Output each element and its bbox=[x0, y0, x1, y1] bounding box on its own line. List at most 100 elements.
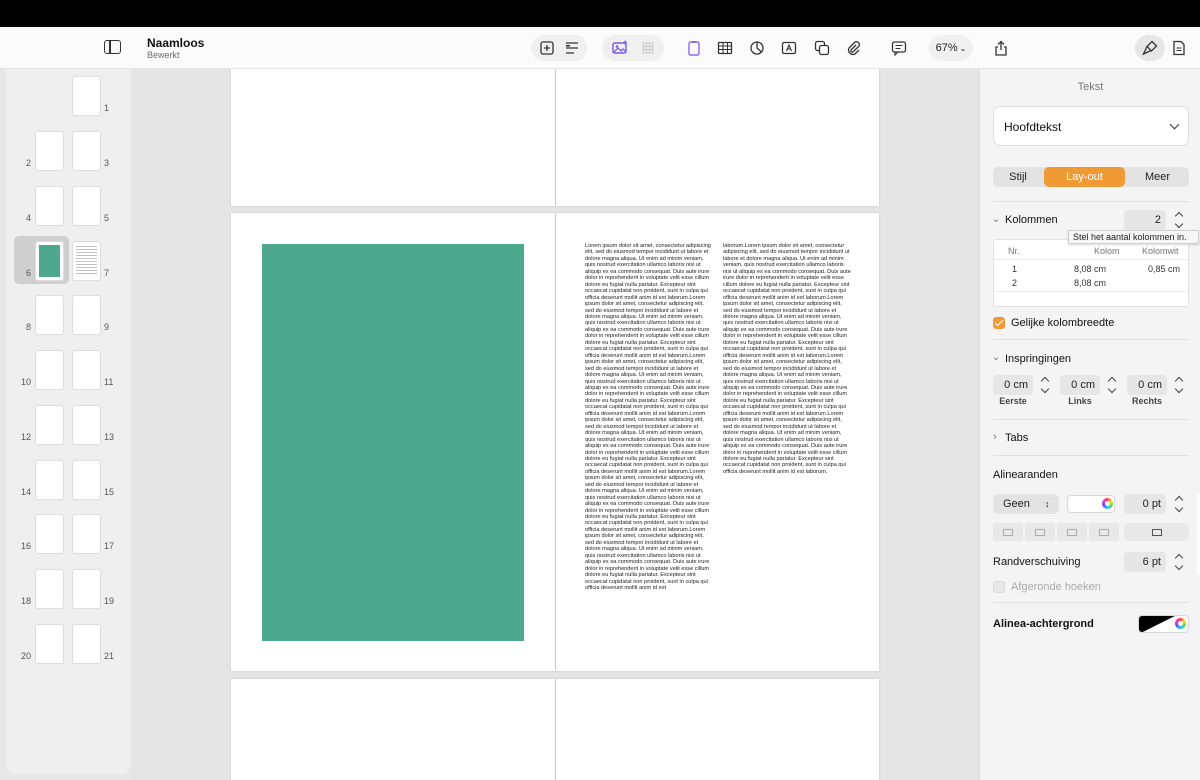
add-page-icon[interactable] bbox=[538, 40, 556, 56]
page-thumbnail-8[interactable] bbox=[36, 296, 63, 334]
indent-left-stepper[interactable] bbox=[1106, 375, 1118, 395]
comment-icon[interactable] bbox=[890, 40, 908, 56]
page-thumbnail-15[interactable] bbox=[73, 461, 100, 499]
paragraph-style-dropdown[interactable]: Hoofdtekst bbox=[993, 106, 1189, 146]
page-number: 6 bbox=[26, 268, 32, 278]
color-wheel-icon[interactable] bbox=[1102, 498, 1113, 509]
document-icon[interactable] bbox=[1170, 40, 1188, 56]
page-thumbnail-17[interactable] bbox=[73, 515, 100, 553]
page-thumbnails-sidebar: 1 2 3 4 5 6 7 8 9 10 11 12 13 14 15 16 1… bbox=[0, 69, 140, 780]
page-number: 14 bbox=[21, 487, 32, 497]
tab-layout[interactable]: Lay-out bbox=[1044, 167, 1125, 187]
page-thumbnail-20[interactable] bbox=[36, 625, 63, 663]
chevron-right-icon[interactable]: › bbox=[993, 431, 997, 443]
paragraph-background-label: Alinea-achtergrond bbox=[993, 618, 1094, 630]
indent-right-label: Rechts bbox=[1131, 396, 1162, 406]
paragraph-background-color-well[interactable] bbox=[1138, 615, 1189, 633]
text-column-2[interactable]: laborum.Lorem ipsum dolor sit amet, cons… bbox=[723, 243, 851, 515]
table-cell[interactable]: 8,08 cm bbox=[1074, 264, 1106, 274]
zoom-menu[interactable]: 67% ⌄ bbox=[929, 35, 973, 61]
column-header-width: Kolom bbox=[1094, 246, 1120, 256]
border-right-button[interactable] bbox=[1089, 523, 1119, 541]
divider bbox=[993, 419, 1189, 420]
page-number: 8 bbox=[26, 322, 32, 332]
page-number: 11 bbox=[104, 377, 114, 387]
page-thumbnail-9[interactable] bbox=[73, 296, 100, 334]
border-width-field[interactable]: 0 pt bbox=[1124, 494, 1166, 514]
table-cell[interactable]: 8,08 cm bbox=[1074, 278, 1106, 288]
page-number: 9 bbox=[104, 322, 110, 332]
page-thumbnail-16[interactable] bbox=[36, 515, 63, 553]
tab-more[interactable]: Meer bbox=[1126, 167, 1189, 187]
chevron-down-icon[interactable]: ⌄ bbox=[992, 214, 1000, 225]
page-thumbnail-11[interactable] bbox=[73, 351, 100, 389]
column-header-nr: Nr. bbox=[1008, 246, 1020, 256]
page-thumbnail-18[interactable] bbox=[36, 570, 63, 608]
border-width-stepper[interactable] bbox=[1173, 494, 1185, 514]
format-inspector: Tekst Hoofdtekst Stijl Lay-out Meer ⌄ Ko… bbox=[979, 69, 1200, 780]
page-number: 1 bbox=[104, 103, 110, 113]
page-thumbnail-10[interactable] bbox=[36, 351, 63, 389]
border-offset-stepper[interactable] bbox=[1173, 552, 1185, 572]
border-style-value: Geen bbox=[1003, 498, 1030, 510]
page-number: 13 bbox=[104, 432, 115, 442]
page-thumbnail-2[interactable] bbox=[36, 132, 63, 170]
border-color-well[interactable] bbox=[1067, 495, 1115, 513]
document-title[interactable]: Naamloos bbox=[147, 36, 204, 50]
format-button[interactable] bbox=[1135, 35, 1165, 61]
page-thumbnail-12[interactable] bbox=[36, 406, 63, 444]
tab-style[interactable]: Stijl bbox=[993, 167, 1043, 187]
table-icon[interactable] bbox=[716, 40, 734, 56]
indent-right-field[interactable]: 0 cm bbox=[1127, 375, 1167, 395]
color-wheel-icon[interactable] bbox=[1175, 618, 1186, 629]
indent-first-stepper[interactable] bbox=[1039, 375, 1051, 395]
table-cell[interactable]: 0,85 cm bbox=[1148, 264, 1180, 274]
page-thumbnail-4[interactable] bbox=[36, 187, 63, 225]
share-icon[interactable] bbox=[992, 40, 1010, 56]
tabs-label[interactable]: Tabs bbox=[1005, 432, 1028, 444]
page-thumbnail-21[interactable] bbox=[73, 625, 100, 663]
border-top-button[interactable] bbox=[993, 523, 1023, 541]
columns-count-field[interactable]: 2 bbox=[1124, 210, 1166, 230]
border-all-button[interactable] bbox=[1124, 523, 1189, 541]
page-number: 2 bbox=[26, 158, 32, 168]
doc-icon[interactable] bbox=[685, 40, 703, 56]
page-number: 12 bbox=[21, 432, 32, 442]
border-bottom-button[interactable] bbox=[1025, 523, 1055, 541]
shape-icon[interactable] bbox=[813, 40, 831, 56]
sidebar-icon[interactable] bbox=[104, 40, 121, 54]
grid-icon[interactable] bbox=[639, 40, 657, 56]
columns-stepper[interactable] bbox=[1173, 210, 1185, 230]
page-thumbnail-19[interactable] bbox=[73, 570, 100, 608]
attachment-icon[interactable] bbox=[844, 40, 862, 56]
indent-left-field[interactable]: 0 cm bbox=[1060, 375, 1100, 395]
page-thumbnail-5[interactable] bbox=[73, 187, 100, 225]
green-image-placeholder[interactable] bbox=[262, 244, 524, 641]
media-icon[interactable] bbox=[611, 40, 629, 56]
page-thumbnail-3[interactable] bbox=[73, 132, 100, 170]
spread-divider bbox=[555, 213, 556, 671]
page-thumbnail-7[interactable] bbox=[73, 242, 100, 280]
page-number: 10 bbox=[21, 377, 32, 387]
text-list-icon[interactable] bbox=[563, 40, 581, 56]
indent-right-stepper[interactable] bbox=[1173, 375, 1185, 395]
equal-width-checkbox[interactable] bbox=[993, 317, 1005, 329]
page-thumbnail-13[interactable] bbox=[73, 406, 100, 444]
text-box-icon[interactable] bbox=[780, 40, 798, 56]
page-thumbnail-6[interactable] bbox=[36, 242, 63, 280]
rounded-corners-checkbox[interactable] bbox=[993, 581, 1005, 593]
chart-icon[interactable] bbox=[748, 40, 766, 56]
chevron-down-icon[interactable]: ⌄ bbox=[992, 352, 1000, 363]
table-divider bbox=[994, 259, 1188, 260]
divider bbox=[993, 201, 1189, 202]
borders-label: Alinearanden bbox=[993, 469, 1058, 481]
text-column-1[interactable]: Lorem ipsum dolor sit amet, consectetur … bbox=[585, 243, 713, 639]
border-offset-field[interactable]: 6 pt bbox=[1124, 552, 1166, 572]
page-thumbnail-14[interactable] bbox=[36, 461, 63, 499]
page-thumbnail-1[interactable] bbox=[73, 77, 100, 115]
border-style-dropdown[interactable]: Geen ↕ bbox=[993, 494, 1059, 514]
indent-first-field[interactable]: 0 cm bbox=[993, 375, 1033, 395]
chevron-down-icon: ⌄ bbox=[959, 43, 967, 53]
document-canvas[interactable]: Lorem ipsum dolor sit amet, consectetur … bbox=[131, 69, 979, 780]
border-left-button[interactable] bbox=[1057, 523, 1087, 541]
